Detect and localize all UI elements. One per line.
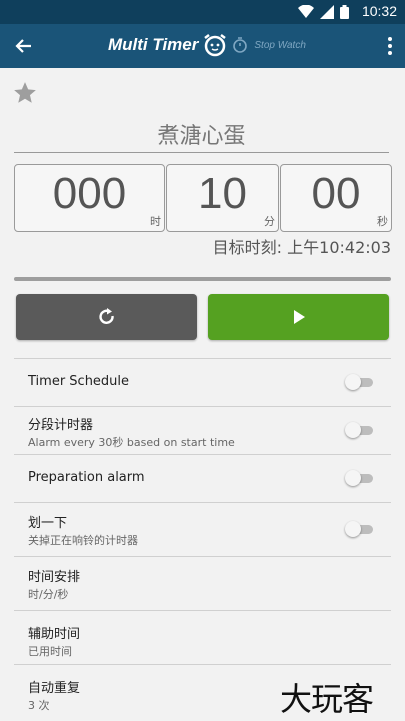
setting-interval-timer[interactable]: 分段计时器 Alarm every 30秒 based on start tim…	[14, 406, 391, 455]
setting-subtitle: Alarm every 30秒 based on start time	[28, 436, 235, 449]
app-bar: Multi Timer Stop Watch	[0, 24, 405, 68]
minutes-value: 10	[198, 169, 247, 218]
setting-title: Timer Schedule	[28, 374, 130, 389]
preparation-alarm-toggle[interactable]	[345, 470, 375, 486]
timer-schedule-toggle[interactable]	[345, 374, 375, 390]
setting-title: 划一下	[28, 516, 68, 531]
stopwatch-icon	[233, 37, 248, 53]
setting-subtitle: 关掉正在响铃的计时器	[28, 534, 138, 547]
status-time: 10:32	[361, 3, 397, 19]
alarm-clock-icon	[204, 34, 227, 57]
setting-swipe[interactable]: 划一下 关掉正在响铃的计时器	[14, 502, 391, 557]
play-icon	[293, 310, 305, 324]
hours-unit: 时	[150, 215, 161, 228]
minutes-field[interactable]: 10 分	[166, 164, 279, 232]
setting-title: 时间安排	[28, 570, 81, 585]
app-logo: Multi Timer Stop Watch	[108, 32, 306, 58]
timer-content: 煮溏心蛋 000 时 10 分 00 秒 目标时刻: 上午10:42:03 Ti…	[0, 68, 405, 720]
setting-title: 自动重复	[28, 681, 81, 696]
watermark-logo: 大玩客	[280, 680, 374, 718]
battery-icon	[340, 5, 349, 19]
seconds-unit: 秒	[377, 215, 388, 228]
setting-subtitle: 时/分/秒	[28, 588, 69, 601]
app-title: Multi Timer	[108, 35, 199, 54]
hours-value: 000	[52, 169, 127, 218]
target-time: 目标时刻: 上午10:42:03	[212, 238, 391, 257]
wifi-icon	[298, 5, 314, 18]
seconds-value: 00	[311, 169, 361, 218]
overflow-menu-button[interactable]	[385, 34, 395, 58]
setting-subtitle: 已用时间	[28, 645, 72, 658]
seconds-field[interactable]: 00 秒	[280, 164, 392, 232]
setting-auxiliary-time[interactable]: 辅助时间 已用时间	[14, 610, 391, 665]
interval-timer-toggle[interactable]	[345, 422, 375, 438]
setting-title: Preparation alarm	[28, 470, 145, 485]
arrow-left-icon	[15, 39, 31, 53]
setting-timer-schedule[interactable]: Timer Schedule	[14, 358, 391, 407]
setting-preparation-alarm[interactable]: Preparation alarm	[14, 454, 391, 503]
setting-title: 辅助时间	[28, 627, 81, 642]
setting-title: 分段计时器	[28, 418, 94, 433]
back-button[interactable]	[10, 32, 38, 60]
app-subtitle: Stop Watch	[254, 39, 306, 51]
start-button[interactable]	[208, 294, 389, 340]
favorite-button[interactable]	[12, 80, 38, 110]
hours-field[interactable]: 000 时	[14, 164, 165, 232]
swipe-toggle[interactable]	[345, 521, 375, 537]
timer-name-input[interactable]: 煮溏心蛋	[14, 118, 389, 150]
refresh-icon	[98, 308, 114, 324]
star-icon	[14, 82, 36, 103]
minutes-unit: 分	[264, 215, 275, 228]
setting-subtitle: 3 次	[28, 699, 50, 712]
setting-time-format[interactable]: 时间安排 时/分/秒	[14, 556, 391, 611]
status-icons	[298, 5, 349, 19]
progress-bar	[14, 277, 391, 281]
reset-button[interactable]	[16, 294, 197, 340]
signal-icon	[320, 5, 334, 19]
status-bar: 10:32	[0, 0, 405, 24]
timer-name-underline	[14, 152, 389, 153]
